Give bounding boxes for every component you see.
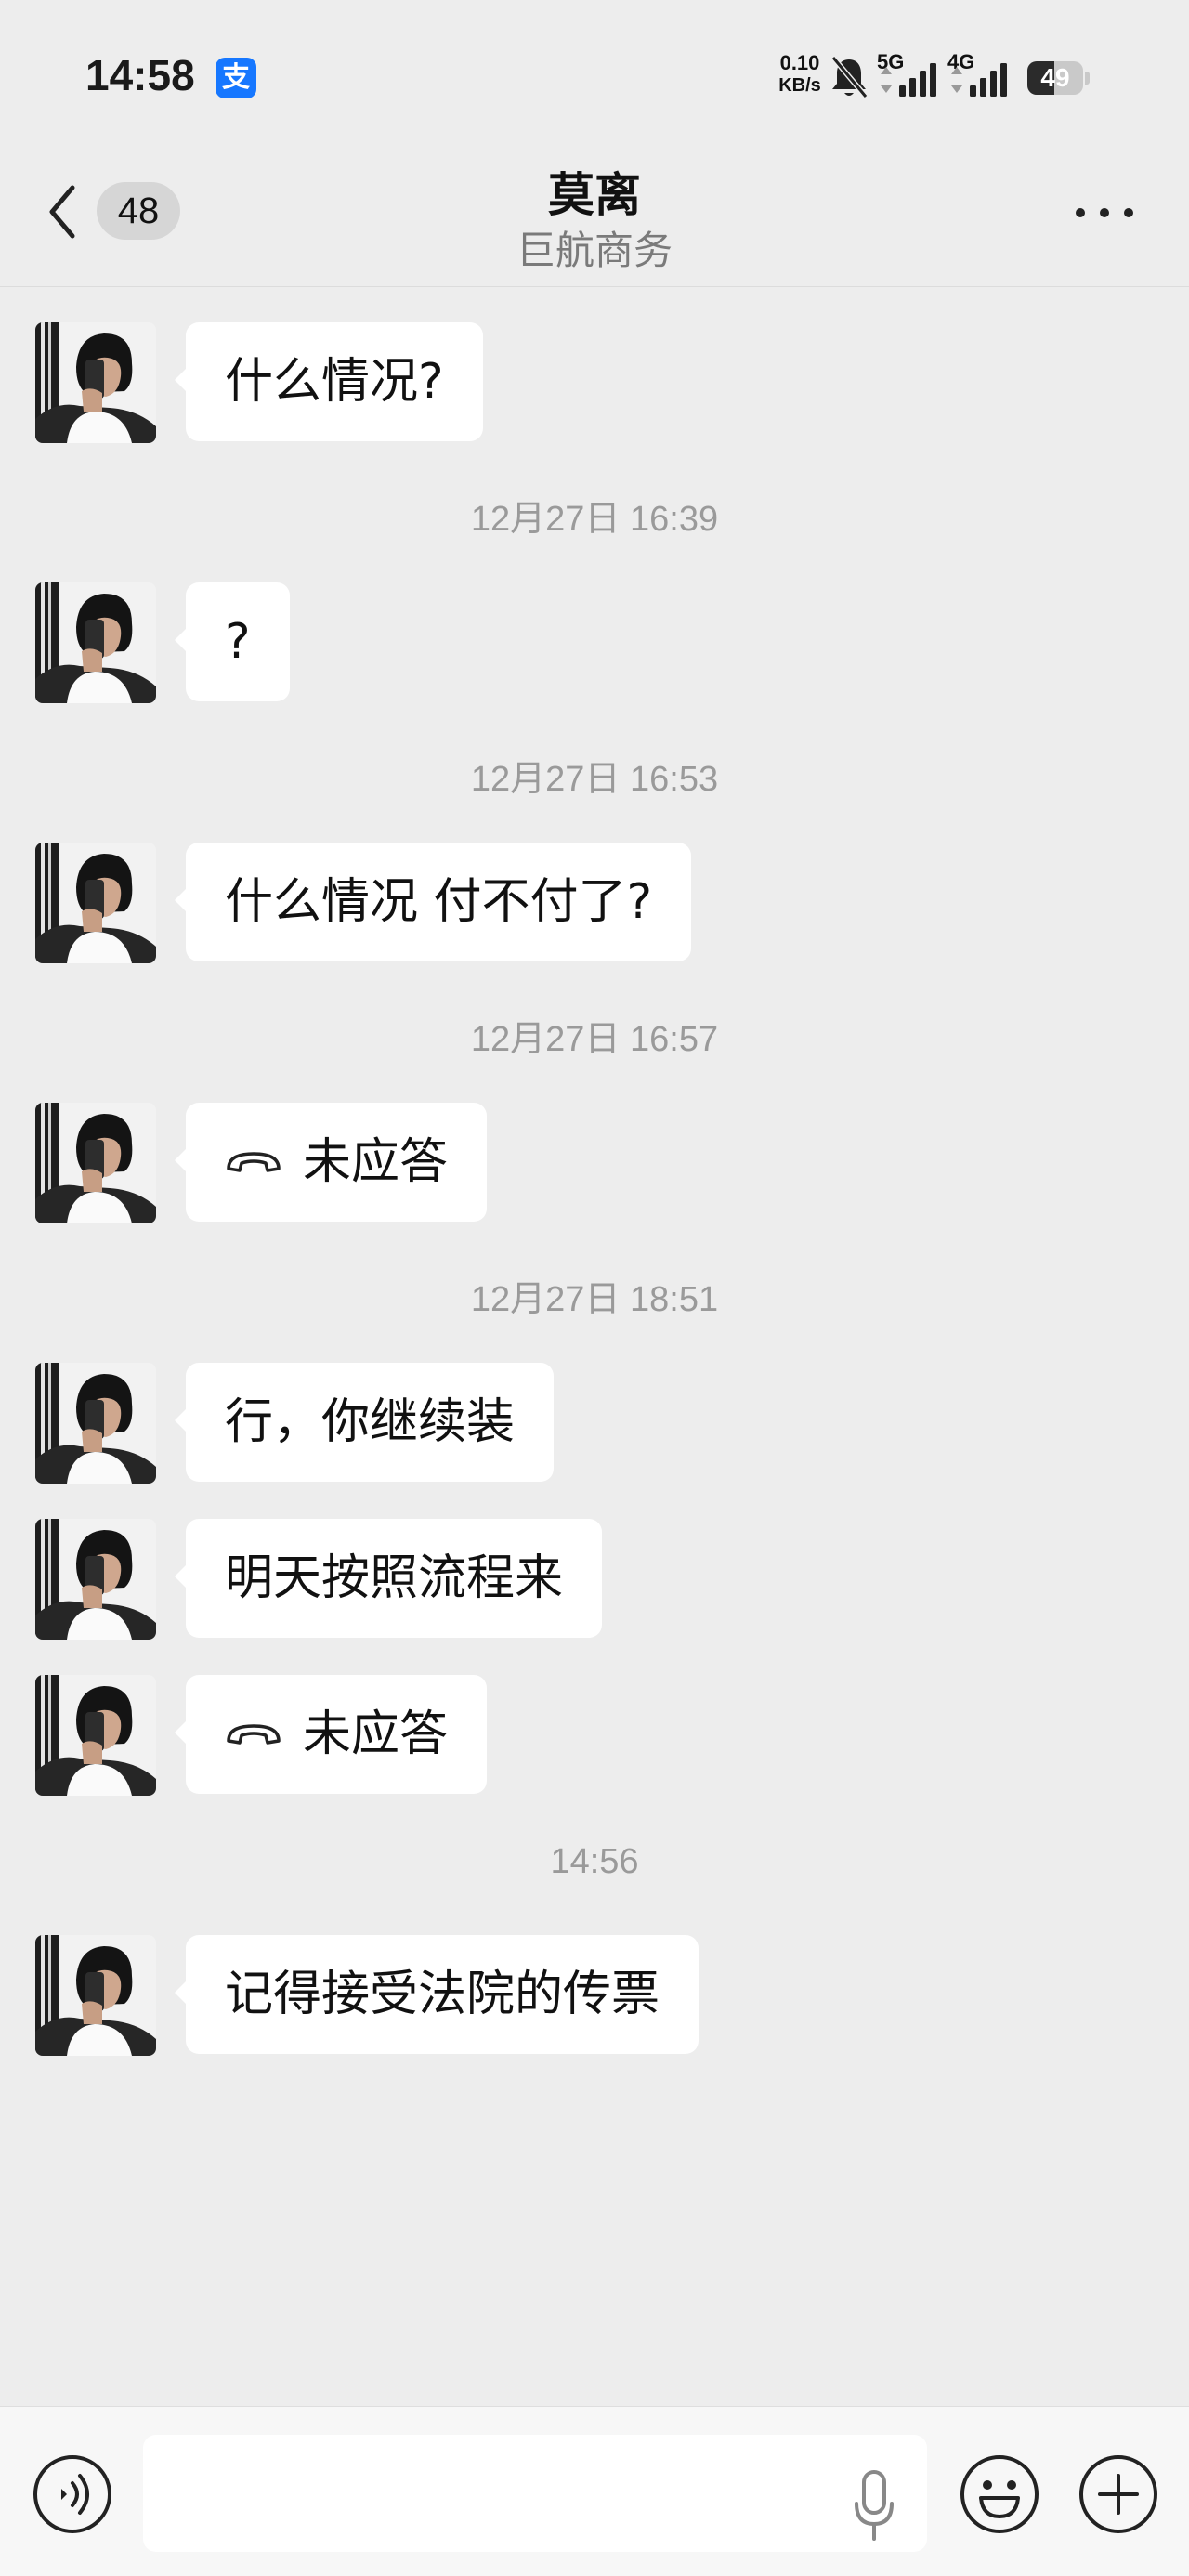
phone-hangup-icon xyxy=(227,1724,281,1745)
emoji-icon[interactable] xyxy=(959,2453,1040,2535)
mute-bell-icon xyxy=(830,56,869,98)
plus-icon[interactable] xyxy=(1078,2453,1159,2535)
chevron-left-icon[interactable] xyxy=(45,182,82,242)
message-timestamp: 12月27日 16:57 xyxy=(470,1020,719,1059)
chat-title: 莫离 xyxy=(548,168,641,222)
message-timestamp: 12月27日 16:53 xyxy=(470,760,719,799)
avatar[interactable] xyxy=(35,843,156,963)
avatar[interactable] xyxy=(35,322,156,443)
net-speed-unit: KB/s xyxy=(778,75,821,96)
chat-subtitle: 巨航商务 xyxy=(516,228,673,273)
chat-header: 48 莫离 巨航商务 xyxy=(0,149,1189,287)
message-bubble[interactable]: 什么情况 付不付了? xyxy=(186,843,692,961)
avatar[interactable] xyxy=(35,1103,156,1223)
input-bar xyxy=(0,2406,1189,2576)
battery-tip xyxy=(1085,72,1090,85)
message-timestamp: 12月27日 16:39 xyxy=(470,500,719,539)
alipay-icon: 支 xyxy=(216,58,256,98)
avatar[interactable] xyxy=(35,1519,156,1640)
more-horizontal-icon[interactable] xyxy=(1074,206,1135,219)
voice-icon[interactable] xyxy=(32,2453,113,2535)
mic-icon[interactable] xyxy=(853,2470,895,2543)
avatar[interactable] xyxy=(35,1935,156,2056)
message-bubble[interactable]: ? xyxy=(186,582,290,701)
avatar[interactable] xyxy=(35,1675,156,1796)
unread-count-badge[interactable]: 48 xyxy=(97,182,180,240)
message-timestamp: 14:56 xyxy=(550,1842,639,1881)
message-bubble[interactable]: 行，你继续装 xyxy=(186,1363,555,1482)
status-time: 14:58 xyxy=(85,51,195,99)
net-speed-value: 0.10 xyxy=(779,51,820,74)
signal-5g-icon xyxy=(881,63,936,97)
missed-call-label: 未应答 xyxy=(303,1706,449,1762)
missed-call-bubble[interactable]: 未应答 xyxy=(186,1675,488,1794)
avatar[interactable] xyxy=(35,582,156,703)
missed-call-bubble[interactable]: 未应答 xyxy=(186,1103,488,1222)
avatar[interactable] xyxy=(35,1363,156,1484)
message-timestamp: 12月27日 18:51 xyxy=(470,1280,719,1319)
status-bar: 14:58 支 0.10 KB/s 5G 4G 49 xyxy=(0,0,1189,149)
message-list[interactable]: 什么情况? 12月27日 16:39 ? 12月27日 16:53 什么情况 付不付… xyxy=(0,287,1189,2405)
message-bubble[interactable]: 明天按照流程来 xyxy=(186,1519,603,1638)
battery-icon: 49 xyxy=(1027,61,1083,95)
phone-hangup-icon xyxy=(227,1152,281,1172)
message-bubble[interactable]: 记得接受法院的传票 xyxy=(186,1935,699,2054)
missed-call-label: 未应答 xyxy=(303,1134,449,1190)
message-bubble[interactable]: 什么情况? xyxy=(186,322,483,441)
message-input[interactable] xyxy=(143,2435,927,2552)
battery-level: 49 xyxy=(1040,63,1070,92)
signal-4g-icon xyxy=(951,63,1007,97)
net-speed: 0.10 KB/s xyxy=(767,52,832,97)
